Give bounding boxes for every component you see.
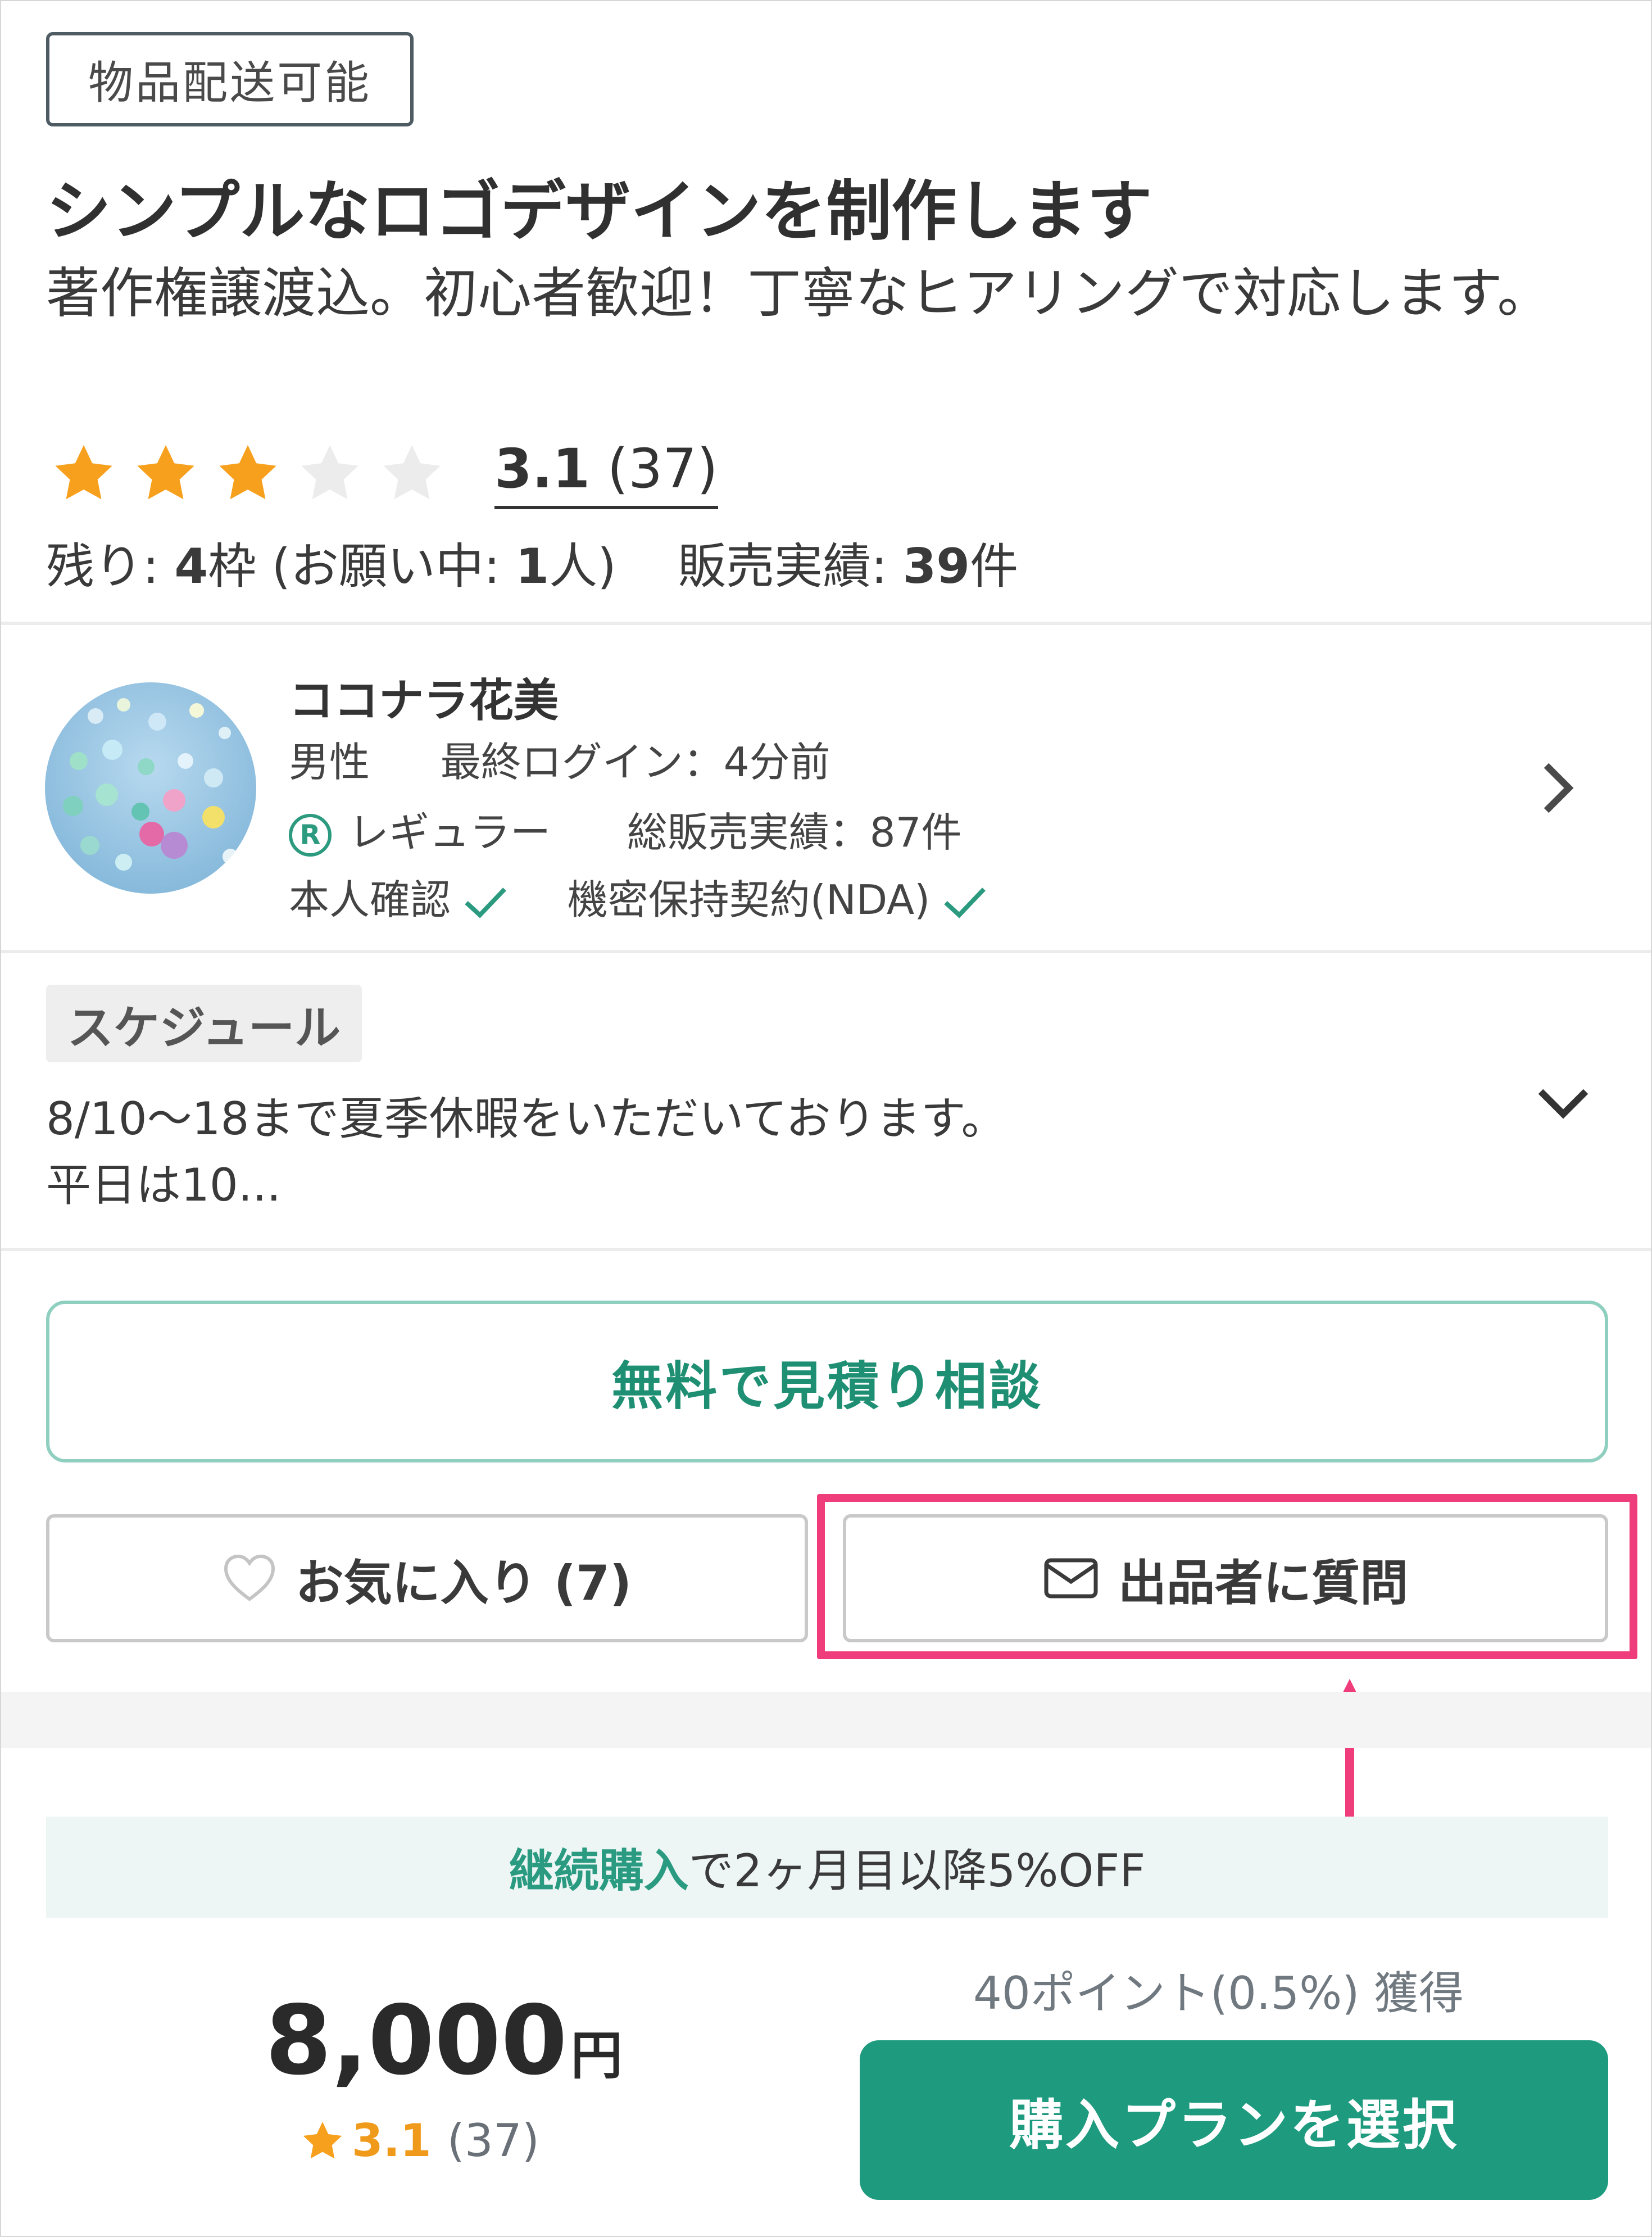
mini-rating: 3.1 (37) (300, 2114, 539, 2167)
star-icon (219, 445, 276, 500)
stock-row: 残り: 4枠 (お願い中: 1人) 販売実績: 39件 (46, 527, 1018, 597)
free-estimate-button[interactable]: 無料で見積り相談 (46, 1301, 1608, 1462)
schedule-line-1: 8/10〜18まで夏季休暇をいただいております。 (46, 1093, 1006, 1145)
service-title: シンプルなロゴデザインを制作します (46, 174, 1152, 250)
sales-unit: 件 (970, 538, 1019, 595)
divider (1, 1248, 1651, 1251)
requests-value: 1 (515, 538, 550, 595)
remaining-label: 残り: (46, 538, 175, 595)
seller-rank: レギュラー (348, 809, 551, 856)
seller-gender: 男性 (289, 739, 370, 786)
shipping-badge: 物品配送可能 (46, 32, 414, 126)
requests-unit: 人) (549, 538, 616, 595)
check-icon (944, 887, 986, 919)
seller-rank-row: R レギュラー 総販売実績：87件 (289, 799, 961, 858)
sales-label: 販売実績: (678, 538, 903, 595)
sales-value: 39 (902, 538, 970, 595)
star-icon (137, 445, 194, 500)
rating-link[interactable]: 3.1 (37) (494, 437, 718, 509)
divider (1, 950, 1651, 953)
price-amount: 8,000 (265, 1985, 568, 2096)
star-icon (55, 445, 112, 500)
avatar[interactable] (45, 682, 256, 894)
rating-count: (37) (607, 437, 718, 500)
mini-rating-count: (37) (447, 2114, 539, 2167)
favorite-button[interactable]: お気に入り (7) (46, 1514, 808, 1642)
rating-row[interactable]: 3.1 (37) (51, 431, 718, 515)
star-empty-icon (383, 445, 441, 500)
registered-icon: R (289, 814, 332, 857)
divider (1, 622, 1651, 625)
schedule-tag: スケジュール (46, 985, 362, 1062)
service-subtitle: 著作権譲渡込。初心者歓迎！丁寧なヒアリングで対応します。 (46, 262, 1551, 325)
promo-text: で2ヶ月目以降5%OFF (688, 1845, 1146, 1897)
favorite-label: お気に入り (7) (295, 1555, 632, 1611)
nda-label: 機密保持契約(NDA) (567, 876, 931, 923)
schedule-text: 8/10〜18まで夏季休暇をいただいております。 平日は10... (46, 1086, 1451, 1219)
points-text: 40ポイント(0.5%) 獲得 (973, 1967, 1464, 2019)
check-icon (465, 887, 506, 919)
mini-rating-score: 3.1 (352, 2114, 432, 2167)
rating-score: 3.1 (494, 437, 591, 500)
chevron-right-icon[interactable] (1541, 760, 1574, 816)
identity-verified-label: 本人確認 (289, 876, 451, 923)
star-empty-icon (301, 445, 358, 500)
promo-highlight: 継続購入 (509, 1845, 689, 1897)
star-icon (303, 2121, 342, 2158)
heart-icon (224, 1554, 275, 1601)
remaining-unit: 枠 (208, 538, 257, 595)
seller-last-login: 最終ログイン：4分前 (440, 739, 830, 786)
requests-label: (お願い中: (256, 538, 516, 595)
price: 8,000円 (265, 1985, 623, 2096)
seller-total-sales: 総販売実績：87件 (627, 809, 962, 856)
schedule-line-2: 平日は10... (46, 1159, 282, 1211)
service-detail-page: 物品配送可能 シンプルなロゴデザインを制作します 著作権譲渡込。初心者歓迎！丁寧… (0, 0, 1652, 2237)
section-separator (1, 1692, 1651, 1748)
seller-verification-row: 本人確認 機密保持契約(NDA) (289, 867, 987, 926)
chevron-down-icon[interactable] (1535, 1086, 1591, 1120)
highlight-box (817, 1494, 1637, 1659)
continuous-purchase-banner: 継続購入 で2ヶ月目以降5%OFF (46, 1817, 1608, 1918)
seller-meta: 男性 最終ログイン：4分前 (289, 729, 830, 788)
select-plan-button[interactable]: 購入プランを選択 (860, 2040, 1608, 2200)
price-unit: 円 (570, 2026, 623, 2086)
remaining-value: 4 (174, 538, 208, 595)
seller-name[interactable]: ココナラ花美 (289, 664, 559, 730)
